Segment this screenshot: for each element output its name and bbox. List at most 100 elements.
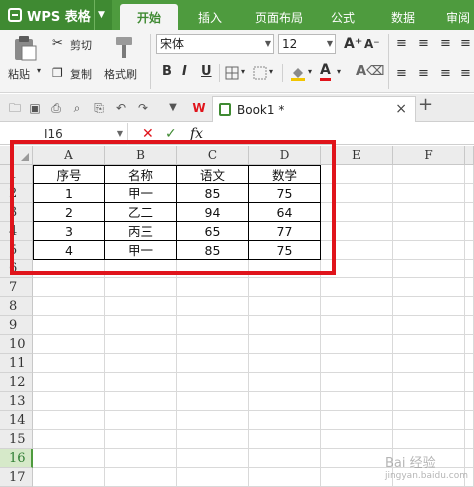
grid-cell[interactable] — [249, 430, 321, 449]
grid-cell[interactable] — [105, 278, 177, 297]
font-size-select[interactable]: 12 ▼ — [278, 34, 336, 54]
grid-cell[interactable] — [33, 297, 105, 316]
grid-cell[interactable] — [465, 278, 474, 297]
format-painter-button[interactable]: 格式刷 — [104, 66, 137, 82]
align-right-icon[interactable]: ≡ — [440, 66, 451, 81]
copy-icon[interactable]: ❐ — [52, 66, 63, 80]
font-color-icon[interactable]: A — [320, 62, 331, 81]
grid-cell[interactable] — [465, 316, 474, 335]
redo-icon[interactable]: ↷ — [136, 101, 150, 115]
tab-page-layout[interactable]: 页面布局 — [242, 4, 316, 30]
grid-cell[interactable] — [177, 278, 249, 297]
row-header-13[interactable]: 13 — [0, 392, 33, 411]
row-header-10[interactable]: 10 — [0, 335, 33, 354]
grid-cell[interactable] — [33, 430, 105, 449]
grid-cell[interactable] — [177, 316, 249, 335]
grid-cell[interactable] — [33, 278, 105, 297]
grid-cell[interactable] — [465, 260, 474, 278]
grid-cell[interactable] — [249, 411, 321, 430]
grid-cell[interactable] — [465, 411, 474, 430]
print-icon[interactable]: ⎙ — [49, 101, 63, 115]
grid-cell[interactable] — [465, 241, 474, 260]
grid-cell[interactable] — [393, 222, 465, 241]
paste-button[interactable]: 粘贴 — [8, 66, 30, 82]
font-color-dropdown-icon[interactable]: ▾ — [337, 67, 341, 76]
app-menu-dropdown-icon[interactable]: ▼ — [94, 0, 108, 30]
grid-cell[interactable] — [105, 297, 177, 316]
grid-cell[interactable] — [321, 449, 393, 468]
merge-cells-icon[interactable] — [253, 66, 267, 80]
align-center-icon[interactable]: ≡ — [418, 66, 429, 81]
align-top-icon[interactable]: ≡ — [396, 36, 407, 51]
tab-insert[interactable]: 插入 — [182, 4, 238, 30]
grid-cell[interactable] — [393, 373, 465, 392]
underline-button[interactable]: U — [201, 64, 212, 79]
format-painter-icon[interactable] — [110, 34, 136, 60]
fill-color-icon[interactable] — [290, 65, 306, 81]
grid-cell[interactable] — [33, 411, 105, 430]
grid-cell[interactable] — [249, 278, 321, 297]
grid-cell[interactable] — [321, 278, 393, 297]
grid-cell[interactable] — [321, 430, 393, 449]
row-header-9[interactable]: 9 — [0, 316, 33, 335]
grid-cell[interactable] — [105, 316, 177, 335]
row-header-14[interactable]: 14 — [0, 411, 33, 430]
grid-cell[interactable] — [177, 297, 249, 316]
grid-cell[interactable] — [321, 392, 393, 411]
row-header-17[interactable]: 17 — [0, 468, 33, 487]
row-header-16[interactable]: 16 — [0, 449, 33, 468]
borders-dropdown-icon[interactable]: ▾ — [241, 67, 245, 76]
grid-cell[interactable] — [249, 316, 321, 335]
grid-cell[interactable] — [321, 335, 393, 354]
grid-cell[interactable] — [105, 373, 177, 392]
grid-cell[interactable] — [249, 468, 321, 487]
grid-cell[interactable] — [465, 203, 474, 222]
align-bottom-icon[interactable]: ≡ — [440, 36, 451, 51]
tab-home[interactable]: 开始 — [120, 4, 178, 30]
grid-cell[interactable] — [33, 335, 105, 354]
grid-cell[interactable] — [465, 335, 474, 354]
grid-cell[interactable] — [33, 316, 105, 335]
grid-cell[interactable] — [105, 449, 177, 468]
grid-cell[interactable] — [321, 373, 393, 392]
fill-color-dropdown-icon[interactable]: ▾ — [308, 67, 312, 76]
grid-cell[interactable] — [177, 354, 249, 373]
merge-dropdown-icon[interactable]: ▾ — [269, 67, 273, 76]
grid-cell[interactable] — [393, 203, 465, 222]
grid-cell[interactable] — [105, 392, 177, 411]
grid-cell[interactable] — [177, 335, 249, 354]
grid-cell[interactable] — [393, 430, 465, 449]
grid-cell[interactable] — [177, 468, 249, 487]
justify-icon[interactable]: ≡ — [460, 66, 471, 81]
grid-cell[interactable] — [465, 184, 474, 203]
copy-button[interactable]: 复制 — [70, 66, 92, 82]
grid-cell[interactable] — [465, 430, 474, 449]
align-middle-icon[interactable]: ≡ — [418, 36, 429, 51]
grid-cell[interactable] — [393, 335, 465, 354]
grid-cell[interactable] — [249, 449, 321, 468]
grid-cell[interactable] — [393, 241, 465, 260]
grid-cell[interactable] — [321, 297, 393, 316]
row-header-8[interactable]: 8 — [0, 297, 33, 316]
grid-cell[interactable] — [393, 165, 465, 184]
grid-cell[interactable] — [105, 430, 177, 449]
column-header-f[interactable]: F — [393, 146, 465, 165]
grid-cell[interactable] — [321, 354, 393, 373]
grid-cell[interactable] — [321, 411, 393, 430]
grid-cell[interactable] — [177, 430, 249, 449]
print-preview-icon[interactable]: ⌕ — [70, 101, 84, 115]
grid-cell[interactable] — [393, 411, 465, 430]
grid-cell[interactable] — [393, 316, 465, 335]
grid-cell[interactable] — [33, 373, 105, 392]
grid-cell[interactable] — [33, 468, 105, 487]
new-tab-icon[interactable]: + — [418, 96, 433, 114]
grid-cell[interactable] — [465, 165, 474, 184]
wps-w-logo-icon[interactable]: W — [190, 101, 208, 115]
grid-cell[interactable] — [249, 297, 321, 316]
font-name-select[interactable]: 宋体 ▼ — [156, 34, 274, 54]
document-tab[interactable]: Book1 * × — [212, 96, 416, 122]
grid-cell[interactable] — [465, 392, 474, 411]
undo-icon[interactable]: ↶ — [114, 101, 128, 115]
grid-cell[interactable] — [33, 449, 105, 468]
row-header-7[interactable]: 7 — [0, 278, 33, 297]
